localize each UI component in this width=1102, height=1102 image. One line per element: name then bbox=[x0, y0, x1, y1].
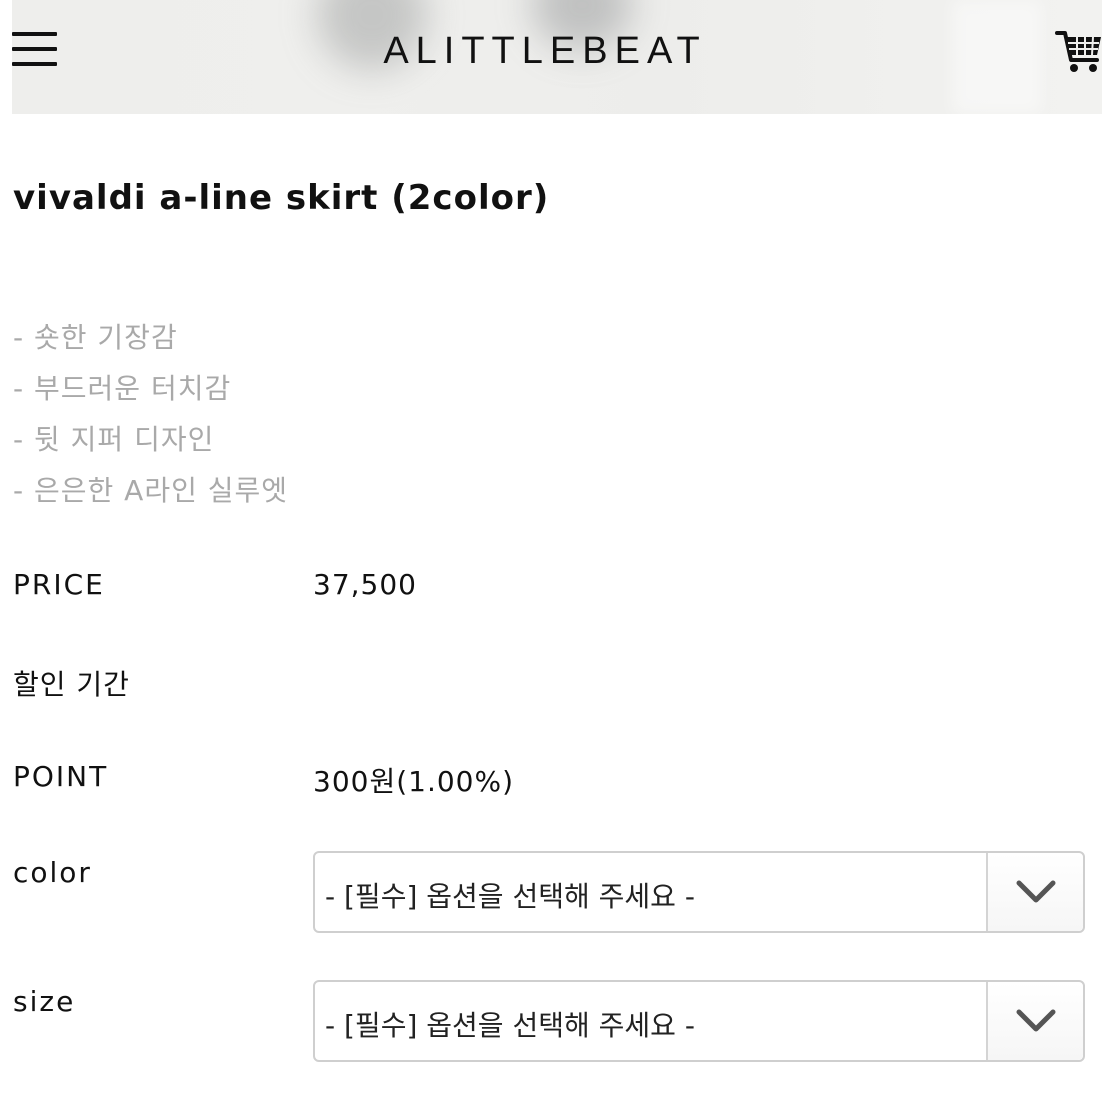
color-select[interactable]: - [필수] 옵션을 선택해 주세요 - bbox=[313, 851, 1085, 933]
hamburger-menu-icon[interactable] bbox=[12, 32, 58, 68]
size-select-toggle[interactable] bbox=[986, 982, 1083, 1060]
menu-bar bbox=[12, 62, 57, 66]
description-line: - 숏한 기장감 bbox=[13, 321, 178, 354]
banner-image-highlight bbox=[952, 0, 1042, 114]
size-option-label: size bbox=[13, 985, 76, 1018]
shopping-cart-icon[interactable] bbox=[1055, 28, 1102, 74]
point-value: 300원(1.00%) bbox=[313, 765, 515, 798]
color-option-label: color bbox=[13, 856, 92, 889]
brand-logo[interactable]: ALITTLEBEAT bbox=[310, 30, 780, 73]
chevron-down-icon bbox=[1016, 1009, 1056, 1032]
size-select[interactable]: - [필수] 옵션을 선택해 주세요 - bbox=[313, 980, 1085, 1062]
discount-period-label: 할인 기간 bbox=[13, 668, 130, 701]
product-description: - 숏한 기장감 - 부드러운 터치감 - 뒷 지퍼 디자인 - 은은한 A라인… bbox=[13, 312, 288, 516]
point-label: POINT bbox=[13, 760, 109, 793]
product-title: vivaldi a-line skirt (2color) bbox=[13, 178, 550, 218]
color-select-toggle[interactable] bbox=[986, 853, 1083, 931]
description-line: - 은은한 A라인 실루엣 bbox=[13, 474, 289, 507]
price-label: PRICE bbox=[13, 568, 105, 601]
size-select-value: - [필수] 옵션을 선택해 주세요 - bbox=[325, 1009, 695, 1042]
menu-bar bbox=[12, 32, 57, 36]
color-select-value: - [필수] 옵션을 선택해 주세요 - bbox=[325, 880, 695, 913]
chevron-down-icon bbox=[1016, 880, 1056, 903]
description-line: - 부드러운 터치감 bbox=[13, 372, 232, 405]
description-line: - 뒷 지퍼 디자인 bbox=[13, 423, 215, 456]
menu-bar bbox=[12, 47, 57, 51]
price-value: 37,500 bbox=[313, 568, 417, 601]
